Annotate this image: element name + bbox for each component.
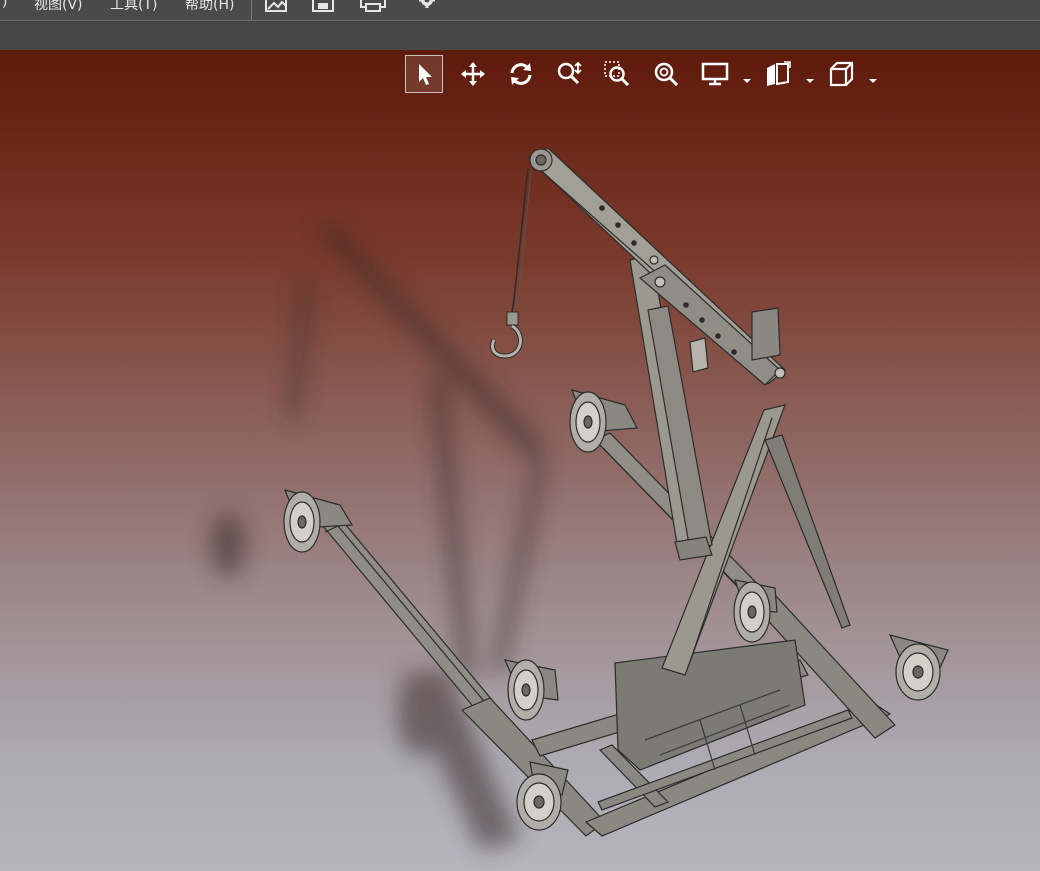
caster-wheel-5 (888, 634, 949, 701)
zoom-in-out-icon[interactable] (550, 55, 588, 93)
settings-gear-icon[interactable] (415, 0, 439, 16)
section-view-icon[interactable] (759, 55, 797, 93)
select-arrow-icon[interactable] (405, 55, 443, 93)
zoom-fit-icon[interactable] (647, 55, 685, 93)
save-icon[interactable] (311, 0, 337, 16)
menu-item-help[interactable]: 帮助(H) (185, 0, 234, 14)
menu-bar: ) 视图(V) 工具(T) 帮助(H) (0, 0, 1040, 21)
command-bar (0, 21, 1040, 50)
caster-wheel-4 (733, 579, 778, 643)
menu-item-view[interactable]: 视图(V) (34, 0, 83, 14)
section-view-dropdown-icon[interactable] (806, 69, 814, 88)
print-icon[interactable] (359, 0, 387, 16)
menu-separator (251, 0, 252, 20)
crane-model (209, 147, 949, 851)
display-mode-monitor-icon[interactable] (696, 55, 734, 93)
pan-move-icon[interactable] (454, 55, 492, 93)
standard-view-cube-icon[interactable] (822, 55, 860, 93)
model-shadow (209, 224, 549, 851)
menu-item-partial[interactable]: ) (2, 0, 7, 10)
zoom-window-icon[interactable] (598, 55, 636, 93)
3d-viewport[interactable] (0, 50, 1040, 871)
menu-item-tools[interactable]: 工具(T) (110, 0, 157, 14)
crane-hook (490, 167, 532, 359)
display-mode-dropdown-icon[interactable] (743, 69, 751, 88)
caster-wheel-3 (503, 659, 559, 721)
picture-icon[interactable] (264, 0, 290, 16)
rotate-icon[interactable] (502, 55, 540, 93)
standard-view-dropdown-icon[interactable] (869, 69, 877, 88)
view-toolbar (0, 50, 1040, 100)
